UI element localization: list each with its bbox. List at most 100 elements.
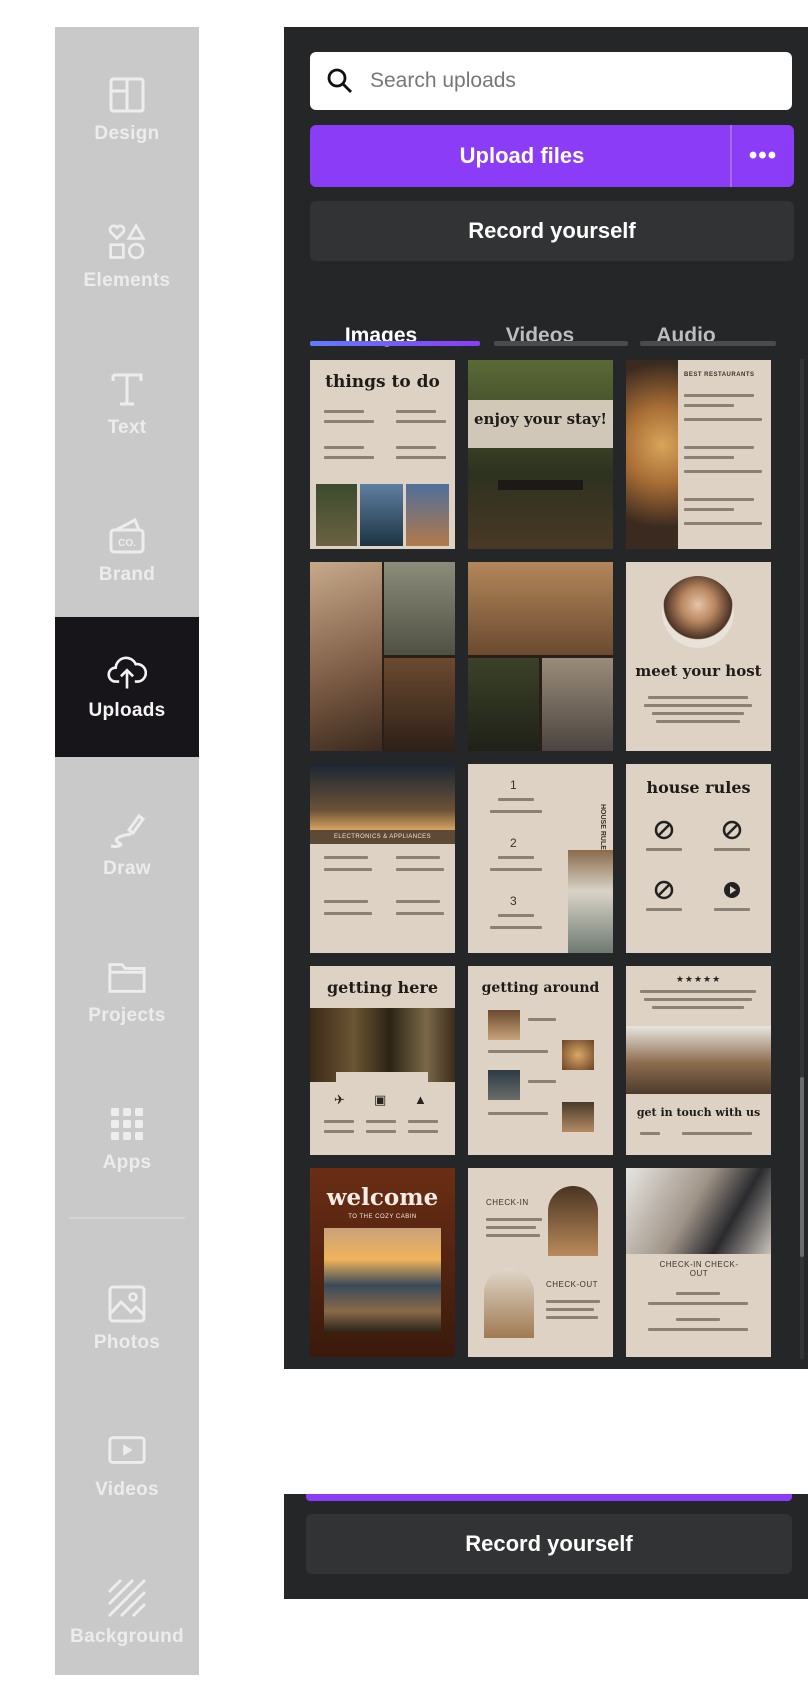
upload-thumbnail[interactable]: 1 2 3 HOUSE RULES [468,764,613,953]
upload-thumbnail[interactable]: things to do [310,360,455,549]
thumb-photo [468,562,613,655]
more-options-button[interactable]: ••• [732,142,794,170]
upload-thumbnail[interactable]: welcome TO THE COZY CABIN [310,1168,455,1357]
search-input[interactable] [368,68,772,94]
upload-thumbnail[interactable]: house rules [626,764,771,953]
nav-background[interactable]: Background [55,1543,199,1683]
thumb-photo [562,1102,594,1132]
thumb-title: welcome [326,1184,439,1211]
upload-files-button[interactable]: Upload files ••• [310,125,794,187]
tab-indicator-videos [494,341,628,346]
apps-grid-icon [107,1104,147,1144]
layout-icon [107,75,147,115]
thumb-title: CHECK-IN [486,1198,529,1207]
upload-button-edge [306,1494,792,1501]
nav-divider [69,1217,185,1219]
brand-icon: CO. [107,516,147,556]
rating-stars: ★★★★★ [675,974,722,984]
upload-thumbnail[interactable]: CHECK-IN CHECK-OUT [468,1168,613,1357]
nav-label: Text [107,417,147,438]
pen-icon [107,810,147,850]
thumb-title-2: CHECK-OUT [546,1280,599,1289]
nav-label: Videos [95,1479,159,1500]
nav-brand[interactable]: CO. Brand [55,481,199,621]
thumb-photo [542,658,613,751]
nav-photos[interactable]: Photos [55,1249,199,1389]
video-icon [107,1431,147,1471]
thumb-title: house rules [646,778,751,797]
thumb-title: getting here [326,978,439,997]
thumb-photo [360,484,403,546]
thumb-title: ELECTRONICS & APPLIANCES [310,830,455,844]
rule-number: 3 [510,894,517,908]
upload-thumbnail[interactable]: meet your host [626,562,771,751]
search-box[interactable] [310,52,792,110]
thumb-photo [488,1010,520,1040]
upload-thumbnail[interactable]: CHECK-IN CHECK-OUT [626,1168,771,1357]
nav-text[interactable]: Text [55,334,199,474]
thumb-table [498,480,583,490]
photo-icon [107,1284,147,1324]
tab-indicator-images [310,341,480,346]
upload-thumbnail[interactable]: getting here ✈ ▣ ▲ [310,966,455,1155]
background-icon [107,1578,147,1618]
upload-thumbnail[interactable]: enjoy your stay! [468,360,613,549]
no-pets-icon [654,880,674,905]
thumb-photo [310,562,382,751]
no-smoking-icon [654,820,674,845]
nav-videos[interactable]: Videos [55,1396,199,1536]
rule-number: 1 [510,778,517,792]
host-avatar [662,576,734,648]
thumb-subtitle: TO THE COZY CABIN [348,1214,417,1220]
nav-label: Apps [102,1152,152,1173]
thumb-photo [310,764,455,830]
nav-elements[interactable]: Elements [55,187,199,327]
thumb-photo [484,1268,534,1338]
thumb-title: things to do [325,372,440,392]
thumb-photo [548,1186,598,1256]
thumb-title: getting around [481,980,600,996]
thumb-title: enjoy your stay! [474,410,607,428]
thumb-title: HOUSE RULES [599,804,606,855]
upload-thumbnail[interactable]: ELECTRONICS & APPLIANCES [310,764,455,953]
tab-audio[interactable]: Audio [618,313,754,359]
rule-number: 2 [510,836,517,850]
upload-thumbnail[interactable] [310,562,455,751]
thumb-photo [626,1168,771,1254]
no-parties-icon [722,820,742,845]
plane-icon: ✈ [334,1092,345,1107]
thumb-photo [562,1040,594,1070]
train-icon: ▣ [374,1092,387,1107]
tab-indicator-audio [640,341,776,346]
panel-ghost-duplicate: Record yourself [284,1494,808,1599]
thumb-photo [626,360,678,549]
nav-uploads[interactable]: Uploads [55,617,199,757]
car-icon: ▲ [414,1092,427,1107]
upload-thumbnail[interactable]: getting around [468,966,613,1155]
upload-thumbnail[interactable]: BEST RESTAURANTS [626,360,771,549]
thumb-photo [488,1070,520,1100]
upload-files-label: Upload files [459,143,585,168]
nav-label: Background [70,1626,184,1647]
quiet-hours-icon [722,880,742,905]
nav-label: Draw [103,858,151,879]
svg-text:CO.: CO. [118,538,136,549]
record-yourself-button-duplicate[interactable]: Record yourself [306,1514,792,1574]
text-icon [107,369,147,409]
scroll-thumb[interactable] [800,1077,804,1257]
cloud-upload-icon [107,652,147,692]
upload-thumbnail[interactable] [468,562,613,751]
upload-thumbnail[interactable]: ★★★★★ get in touch with us [626,966,771,1155]
shapes-icon [107,222,147,262]
nav-draw[interactable]: Draw [55,775,199,915]
nav-label: Projects [88,1005,166,1026]
tab-images[interactable]: Images [310,313,452,359]
folder-icon [107,957,147,997]
nav-apps[interactable]: Apps [55,1069,199,1209]
nav-projects[interactable]: Projects [55,922,199,1062]
tab-videos[interactable]: Videos [472,313,608,359]
record-yourself-button[interactable]: Record yourself [310,201,794,261]
thumb-photo [384,658,455,751]
nav-design[interactable]: Design [55,40,199,180]
thumb-photo [468,658,539,751]
